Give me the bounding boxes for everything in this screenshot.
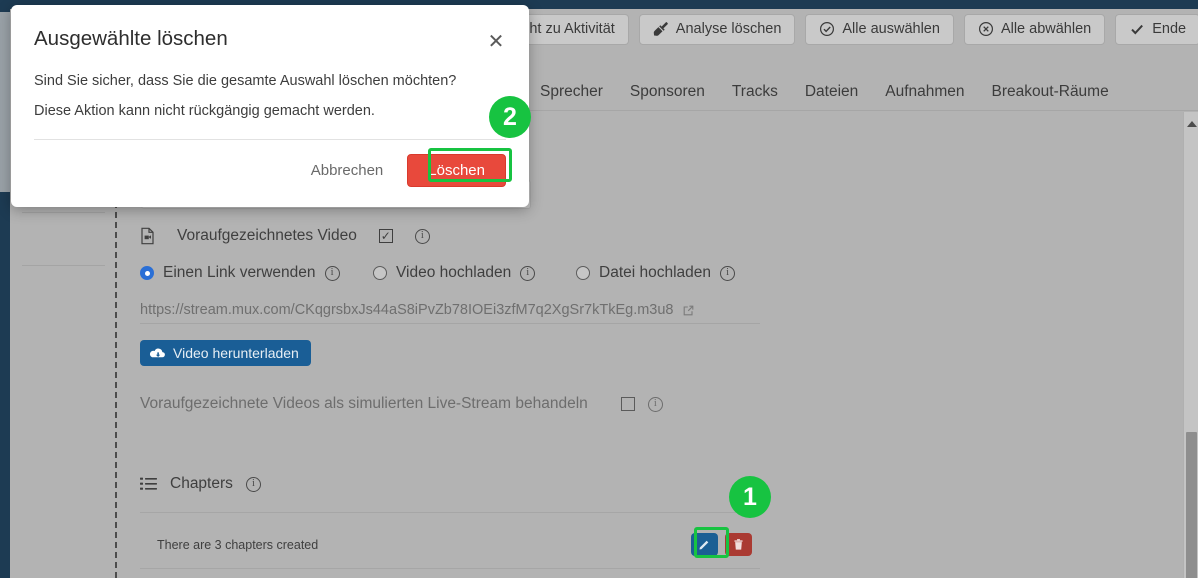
- radio-upload-file-label: Datei hochladen: [599, 264, 712, 281]
- header-divider: [528, 110, 1198, 111]
- end-label: Ende: [1152, 21, 1187, 37]
- chapters-divider-bottom: [140, 568, 760, 569]
- modal-footer: Abbrechen Löschen: [11, 140, 529, 207]
- upload-video-info-icon[interactable]: i: [520, 265, 536, 281]
- scroll-up-arrow-icon[interactable]: [1187, 121, 1197, 127]
- prerecorded-video-info-icon[interactable]: i: [414, 228, 430, 244]
- step-badge-2: 2: [489, 96, 531, 138]
- radio-upload-video[interactable]: [373, 266, 387, 280]
- select-all-button[interactable]: Alle auswählen: [805, 13, 954, 45]
- radio-upload-file[interactable]: [576, 266, 590, 280]
- step-badge-1: 1: [729, 476, 771, 518]
- source-option-upload-file[interactable]: Datei hochladen i: [576, 264, 736, 282]
- file-video-icon: [140, 227, 155, 245]
- cloud-download-icon: [149, 347, 166, 360]
- app-window: ericht zu Aktivität Analyse löschen Alle…: [0, 0, 1198, 578]
- upload-file-info-icon[interactable]: i: [720, 265, 736, 281]
- delete-chapters-button[interactable]: [725, 533, 752, 556]
- video-url-value: https://stream.mux.com/CKqgrsbxJs44aS8iP…: [140, 302, 674, 318]
- tab-dateien[interactable]: Dateien: [805, 83, 858, 101]
- prerecorded-video-checkbox[interactable]: ✓: [378, 229, 393, 243]
- vertical-scrollbar[interactable]: [1183, 112, 1198, 578]
- tab-sponsoren[interactable]: Sponsoren: [630, 83, 705, 101]
- simulated-live-row: Voraufgezeichnete Videos als simulierten…: [140, 395, 663, 413]
- check-circle-icon: [819, 21, 835, 37]
- left-row-divider: [22, 212, 105, 213]
- scrollbar-thumb[interactable]: [1186, 432, 1197, 578]
- section-tabs: Sprecher Sponsoren Tracks Dateien Aufnah…: [540, 75, 1109, 109]
- end-button[interactable]: Ende: [1115, 13, 1198, 45]
- modal-message-line1: Sind Sie sicher, dass Sie die gesamte Au…: [34, 73, 457, 89]
- tab-sprecher[interactable]: Sprecher: [540, 83, 603, 101]
- chapters-divider-top: [140, 512, 760, 513]
- tab-breakout-raeume[interactable]: Breakout-Räume: [992, 83, 1109, 101]
- chapters-title: Chapters: [170, 475, 233, 492]
- top-toolbar: ericht zu Aktivität Analyse löschen Alle…: [500, 12, 1198, 46]
- source-option-link[interactable]: Einen Link verwenden i: [140, 264, 340, 282]
- close-icon[interactable]: ✕: [481, 27, 511, 57]
- chapters-row: There are 3 chapters created: [140, 522, 760, 567]
- edit-chapters-button[interactable]: [691, 533, 718, 556]
- modal-header: Ausgewählte löschen ✕: [11, 5, 529, 57]
- confirm-delete-button[interactable]: Löschen: [407, 153, 506, 187]
- use-link-info-icon[interactable]: i: [324, 265, 340, 281]
- select-all-label: Alle auswählen: [842, 21, 940, 37]
- deselect-all-button[interactable]: Alle abwählen: [963, 13, 1106, 45]
- broom-icon: [653, 21, 669, 37]
- list-icon: [140, 477, 157, 491]
- deselect-all-label: Alle abwählen: [1000, 21, 1092, 37]
- modal-title: Ausgewählte löschen: [34, 27, 228, 50]
- simulated-live-info-icon[interactable]: i: [647, 396, 663, 412]
- radio-use-link[interactable]: [140, 266, 154, 280]
- download-video-label: Video herunterladen: [173, 345, 299, 361]
- simulated-live-label: Voraufgezeichnete Videos als simulierten…: [140, 395, 588, 412]
- cancel-button[interactable]: Abbrechen: [301, 156, 394, 185]
- prerecorded-video-row: Voraufgezeichnetes Video ✓ i: [140, 227, 430, 245]
- chapters-count-text: There are 3 chapters created: [157, 537, 319, 552]
- source-option-upload-video[interactable]: Video hochladen i: [373, 264, 536, 282]
- prerecorded-video-label: Voraufgezeichnetes Video: [177, 227, 357, 244]
- tab-tracks[interactable]: Tracks: [732, 83, 778, 101]
- radio-upload-video-label: Video hochladen: [396, 264, 512, 281]
- modal-message-line2: Diese Aktion kann nicht rückgängig gemac…: [34, 102, 375, 119]
- modal-body: Sind Sie sicher, dass Sie die gesamte Au…: [11, 57, 529, 140]
- x-circle-icon: [978, 21, 994, 37]
- chapters-info-icon[interactable]: i: [245, 476, 261, 492]
- download-video-button[interactable]: Video herunterladen: [140, 340, 311, 366]
- video-url-field[interactable]: https://stream.mux.com/CKqgrsbxJs44aS8iP…: [140, 302, 760, 324]
- simulated-live-checkbox[interactable]: [620, 397, 635, 411]
- external-link-icon[interactable]: [682, 304, 695, 317]
- check-icon: [1129, 21, 1145, 37]
- radio-use-link-label: Einen Link verwenden: [163, 264, 316, 281]
- clear-analysis-button[interactable]: Analyse löschen: [638, 13, 796, 45]
- left-row-divider: [22, 265, 105, 266]
- tab-aufnahmen[interactable]: Aufnahmen: [885, 83, 964, 101]
- chapters-header: Chapters i: [140, 475, 261, 493]
- clear-analysis-label: Analyse löschen: [675, 21, 782, 37]
- delete-confirmation-modal: Ausgewählte löschen ✕ Sind Sie sicher, d…: [11, 5, 529, 207]
